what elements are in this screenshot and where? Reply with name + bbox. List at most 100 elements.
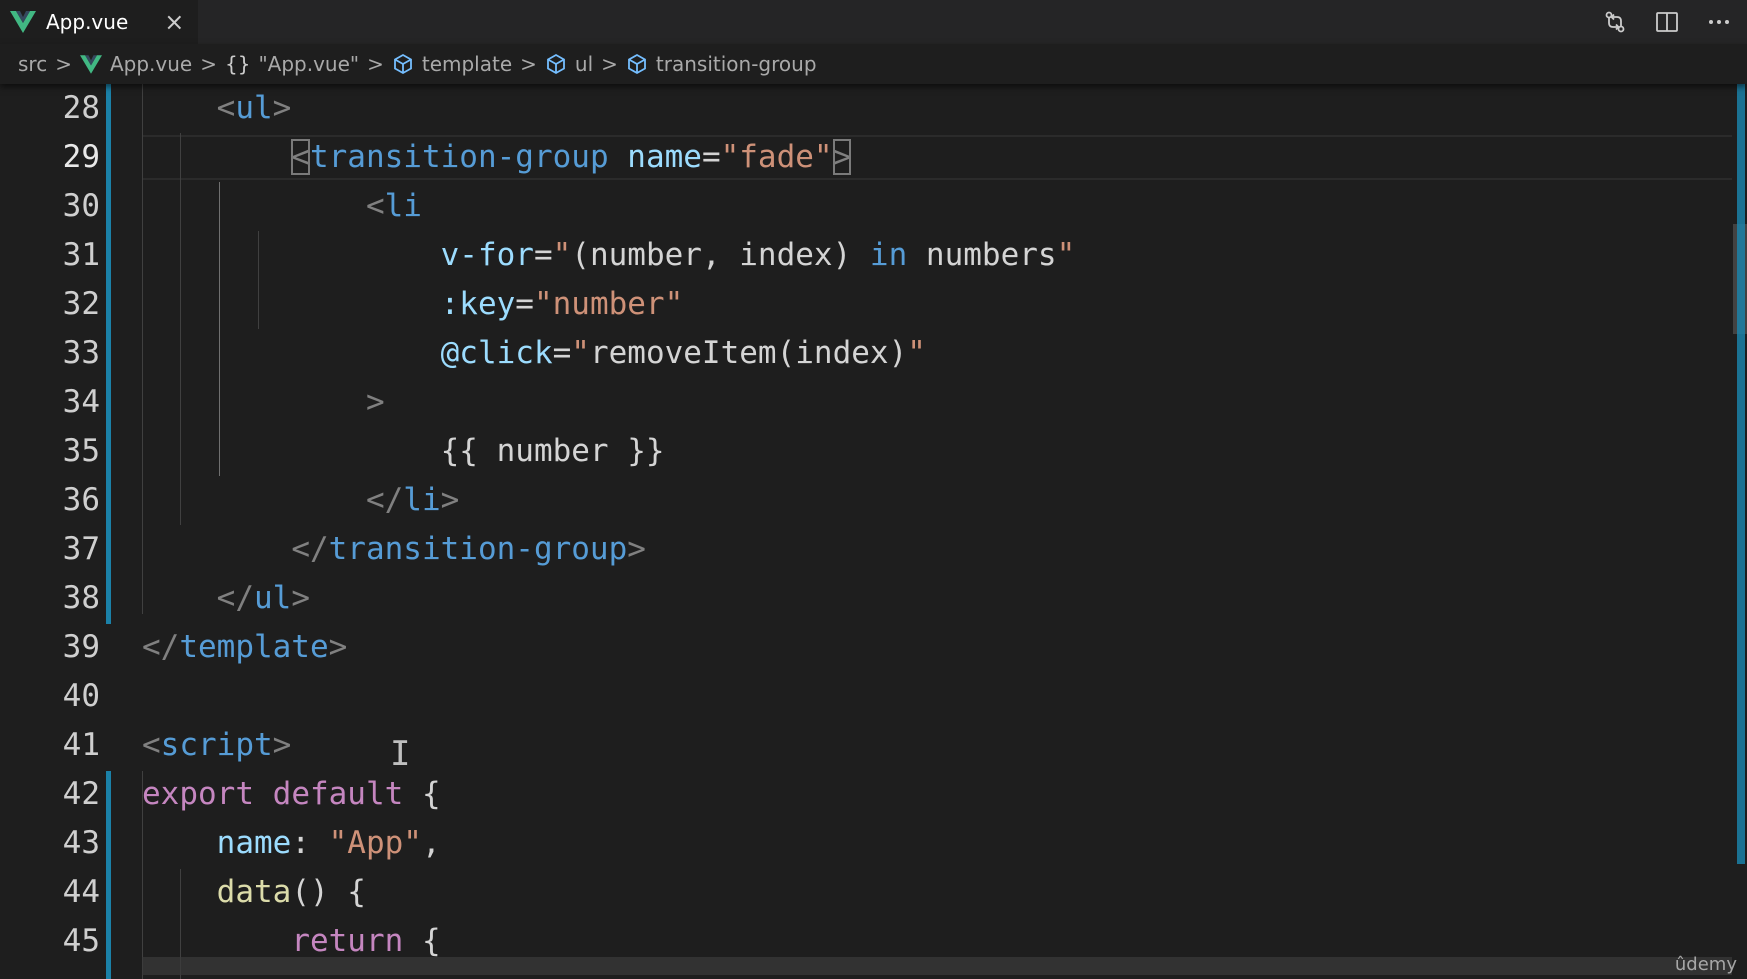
code-token: li (403, 482, 441, 518)
close-icon[interactable]: × (164, 10, 184, 34)
line-number: 40 (62, 678, 100, 714)
code-line: </ul> (142, 574, 310, 623)
code-token: default (272, 776, 404, 812)
split-editor-icon[interactable] (1653, 8, 1681, 36)
code-token: , (421, 825, 441, 861)
horizontal-scrollbar[interactable] (142, 957, 1732, 975)
code-token: = (552, 335, 572, 371)
code-token: @click (440, 335, 553, 371)
vue-icon (10, 11, 36, 33)
breadcrumb-label: template (421, 52, 513, 76)
vue-icon (79, 54, 102, 74)
code-token: " (571, 335, 590, 371)
breadcrumb-item[interactable]: template (392, 52, 512, 76)
code-line: <li (142, 182, 422, 231)
code-token: : (291, 825, 329, 861)
breadcrumb-item[interactable]: src (18, 52, 47, 76)
code-line: </li> (142, 476, 459, 525)
line-number: 34 (62, 384, 100, 420)
code-token: > (328, 629, 348, 665)
code-token: < (365, 188, 385, 224)
breadcrumb-item[interactable]: transition-group (626, 52, 817, 76)
breadcrumb-item[interactable]: App.vue (79, 52, 193, 76)
line-number: 31 (62, 237, 100, 273)
code-token: script (160, 727, 273, 763)
line-number: 35 (62, 433, 100, 469)
vertical-scrollbar[interactable] (1733, 84, 1747, 979)
line-number: 43 (62, 825, 100, 861)
code-line: > (142, 378, 385, 427)
udemy-watermark: ûdemy (1674, 954, 1737, 975)
code-token: "App" (328, 825, 422, 861)
editor-window: App.vue × src > App.vue > {} "App.vue" >… (0, 0, 1747, 979)
code-token: " (907, 335, 926, 371)
tab-app-vue[interactable]: App.vue × (0, 0, 199, 44)
code-line: {{ number }} (142, 427, 665, 476)
line-number: 41 (62, 727, 100, 763)
code-token: </ (216, 580, 254, 616)
breadcrumb-label: ul (574, 52, 594, 76)
code-token: < (291, 139, 310, 175)
git-change-indicator (106, 84, 111, 624)
code-token: > (291, 580, 310, 616)
code-token: </ (365, 482, 404, 518)
code-token: return (291, 923, 404, 959)
text-cursor-ibeam: I (390, 734, 411, 774)
code-line: <ul> (142, 84, 292, 133)
line-number-gutter: 28 29 30 31 32 33 34 35 36 37 38 39 40 41 42 43 44 45 (0, 84, 111, 979)
tab-bar: App.vue × (0, 0, 1747, 44)
line-number: 30 (62, 188, 100, 224)
line-number: 29 (62, 139, 100, 175)
breadcrumb-label: App.vue (109, 52, 193, 76)
chevron-right-icon: > (367, 52, 384, 76)
code-line: export default { (142, 770, 441, 819)
change-marker (1737, 84, 1745, 864)
code-token: > (627, 531, 646, 567)
line-number: 42 (62, 776, 100, 812)
cube-icon (628, 53, 646, 75)
code-token: removeItem(index) (589, 335, 908, 371)
code-area[interactable]: <ul> <transition-group name="fade"> <li … (142, 84, 1722, 979)
code-token: in (869, 237, 908, 273)
code-token: ul (235, 90, 273, 126)
code-token: > (272, 90, 292, 126)
line-number: 28 (62, 90, 100, 126)
code-token: = (701, 139, 721, 175)
breadcrumb-item[interactable]: ul (545, 52, 593, 76)
code-line: data() { (142, 868, 366, 917)
cube-icon (547, 53, 565, 75)
more-actions-icon[interactable] (1705, 8, 1733, 36)
code-editor[interactable]: 28 29 30 31 32 33 34 35 36 37 38 39 40 41 42 43 44 45 <ul… (0, 84, 1747, 979)
code-token: </ (291, 531, 329, 567)
code-token: " (552, 237, 572, 273)
line-number: 33 (62, 335, 100, 371)
code-line: </template> (142, 623, 347, 672)
code-token: " (1056, 237, 1076, 273)
code-token: transition-group (328, 531, 628, 567)
chevron-right-icon: > (200, 52, 217, 76)
code-token: "fade" (720, 139, 833, 175)
line-number: 37 (62, 531, 100, 567)
chevron-right-icon: > (601, 52, 618, 76)
code-token: < (216, 90, 236, 126)
breadcrumb-label: src (18, 52, 48, 76)
code-token: "number" (533, 286, 684, 322)
breadcrumb-item[interactable]: {} "App.vue" (225, 52, 359, 76)
braces-icon: {} (224, 52, 251, 76)
source-control-compare-icon[interactable] (1601, 8, 1629, 36)
code-token: > (365, 384, 385, 420)
code-token: transition-group (309, 139, 609, 175)
code-token: > (272, 727, 292, 763)
line-number: 45 (62, 923, 100, 959)
line-number: 38 (62, 580, 100, 616)
